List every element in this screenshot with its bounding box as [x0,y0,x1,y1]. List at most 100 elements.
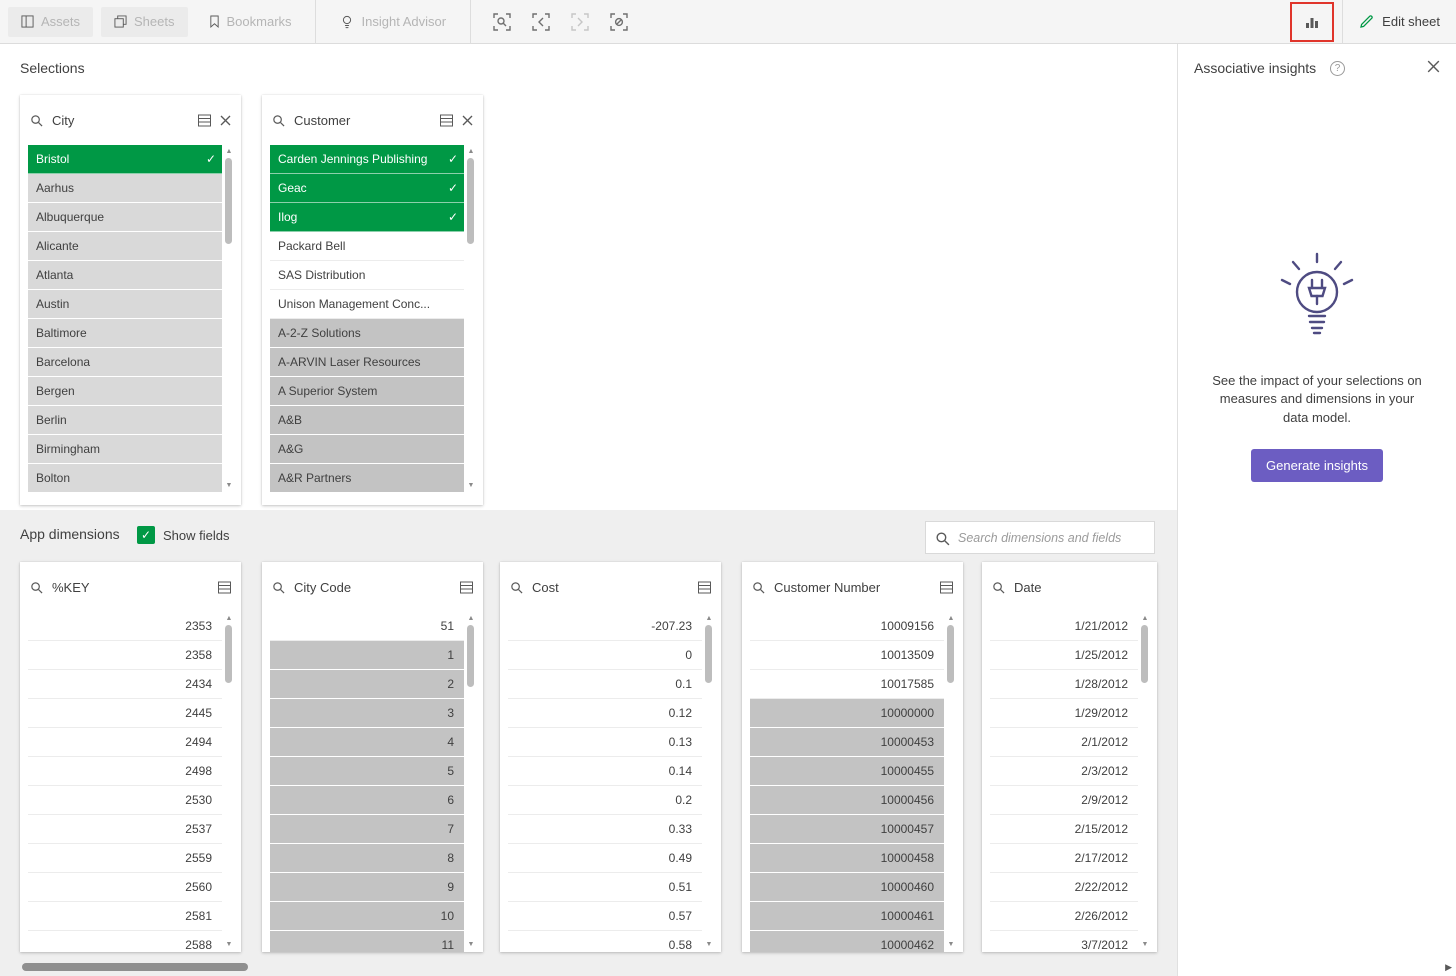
scroll-down-icon[interactable]: ▼ [945,940,957,950]
scroll-up-icon[interactable]: ▲ [945,614,957,624]
list-item[interactable]: 1/29/2012 [990,699,1138,728]
scroll-down-icon[interactable]: ▼ [223,481,235,491]
list-item[interactable]: 2537 [28,815,222,844]
list-item[interactable]: 0.13 [508,728,702,757]
list-item[interactable]: 10000461 [750,902,944,931]
list-item[interactable]: 0.49 [508,844,702,873]
step-back-icon[interactable] [526,7,556,37]
list-item[interactable]: Aarhus ✓ [28,174,222,203]
list-item[interactable]: 10013509 [750,641,944,670]
list-view-icon[interactable] [698,581,711,594]
scroll-up-icon[interactable]: ▲ [465,147,477,157]
list-item[interactable]: A-2-Z Solutions ✓ [270,319,464,348]
search-input[interactable] [926,522,1154,553]
list-item[interactable]: 2434 [28,670,222,699]
search-icon[interactable] [752,581,765,594]
show-fields-checkbox[interactable]: ✓ [137,526,155,544]
list-item[interactable]: 10000462 [750,931,944,952]
list-item[interactable]: 4 [270,728,464,757]
bookmarks-button[interactable]: Bookmarks [196,7,305,37]
list-item[interactable]: 10000460 [750,873,944,902]
list-item[interactable]: 7 [270,815,464,844]
edit-sheet-button[interactable]: Edit sheet [1342,0,1456,44]
vertical-scrollbar[interactable]: ▲ ▼ [1139,612,1151,952]
scroll-up-icon[interactable]: ▲ [703,614,715,624]
list-item[interactable]: 1/28/2012 [990,670,1138,699]
list-item[interactable]: 2445 [28,699,222,728]
vertical-scrollbar[interactable]: ▲ ▼ [703,612,715,952]
list-item[interactable]: Geac ✓ [270,174,464,203]
insights-toggle-button[interactable] [1290,2,1334,42]
step-forward-icon[interactable] [565,7,595,37]
list-item[interactable]: 10000000 [750,699,944,728]
vertical-scrollbar[interactable]: ▲ ▼ [945,612,957,952]
search-icon[interactable] [510,581,523,594]
close-icon[interactable] [1427,60,1440,73]
list-item[interactable]: 2494 [28,728,222,757]
list-item[interactable]: 6 [270,786,464,815]
list-item[interactable]: 2/17/2012 [990,844,1138,873]
assets-button[interactable]: Assets [8,7,93,37]
scroll-thumb[interactable] [467,625,474,687]
list-item[interactable]: 2/15/2012 [990,815,1138,844]
scroll-thumb[interactable] [225,158,232,244]
list-item[interactable]: A&B ✓ [270,406,464,435]
scroll-down-icon[interactable]: ▼ [1139,940,1151,950]
list-item[interactable]: 2560 [28,873,222,902]
scroll-thumb[interactable] [947,625,954,683]
list-item[interactable]: 0.2 [508,786,702,815]
list-item[interactable]: 51 [270,612,464,641]
list-item[interactable]: Berlin ✓ [28,406,222,435]
vertical-scrollbar[interactable]: ▲ ▼ [465,145,477,493]
list-item[interactable]: 10000456 [750,786,944,815]
list-item[interactable]: 2/22/2012 [990,873,1138,902]
list-item[interactable]: 0.14 [508,757,702,786]
list-item[interactable]: 0.58 [508,931,702,952]
list-item[interactable]: 0.1 [508,670,702,699]
scroll-down-icon[interactable]: ▼ [465,940,477,950]
list-view-icon[interactable] [460,581,473,594]
search-icon[interactable] [272,581,285,594]
scroll-right-icon[interactable]: ▶ [1445,962,1452,973]
list-item[interactable]: 2498 [28,757,222,786]
list-item[interactable]: Barcelona ✓ [28,348,222,377]
scroll-down-icon[interactable]: ▼ [223,940,235,950]
list-item[interactable]: 0 [508,641,702,670]
search-icon[interactable] [30,581,43,594]
list-view-icon[interactable] [440,114,453,127]
close-icon[interactable] [220,115,231,126]
scroll-thumb[interactable] [1141,625,1148,683]
list-item[interactable]: 8 [270,844,464,873]
list-item[interactable]: 2588 [28,931,222,952]
help-icon[interactable]: ? [1330,61,1345,76]
list-item[interactable]: 2358 [28,641,222,670]
list-item[interactable]: 2/26/2012 [990,902,1138,931]
search-icon[interactable] [992,581,1005,594]
list-item[interactable]: 10017585 [750,670,944,699]
list-item[interactable]: 1/25/2012 [990,641,1138,670]
list-item[interactable]: 0.57 [508,902,702,931]
scroll-up-icon[interactable]: ▲ [223,614,235,624]
list-item[interactable]: 2353 [28,612,222,641]
list-item[interactable]: 10000457 [750,815,944,844]
list-item[interactable]: Bergen ✓ [28,377,222,406]
list-item[interactable]: SAS Distribution ✓ [270,261,464,290]
list-item[interactable]: Ilog ✓ [270,203,464,232]
list-item[interactable]: 0.12 [508,699,702,728]
list-view-icon[interactable] [218,581,231,594]
list-item[interactable]: A Superior System ✓ [270,377,464,406]
list-item[interactable]: 10000453 [750,728,944,757]
list-item[interactable]: 2530 [28,786,222,815]
selections-tool-icon[interactable] [487,7,517,37]
sheets-button[interactable]: Sheets [101,7,187,37]
scroll-down-icon[interactable]: ▼ [465,481,477,491]
list-item[interactable]: 10 [270,902,464,931]
list-item[interactable]: 1 [270,641,464,670]
insight-advisor-button[interactable]: Insight Advisor [315,0,472,44]
scroll-up-icon[interactable]: ▲ [465,614,477,624]
list-item[interactable]: 10009156 [750,612,944,641]
scroll-thumb[interactable] [705,625,712,683]
list-item[interactable]: Bristol ✓ [28,145,222,174]
list-item[interactable]: Bolton ✓ [28,464,222,493]
list-view-icon[interactable] [940,581,953,594]
